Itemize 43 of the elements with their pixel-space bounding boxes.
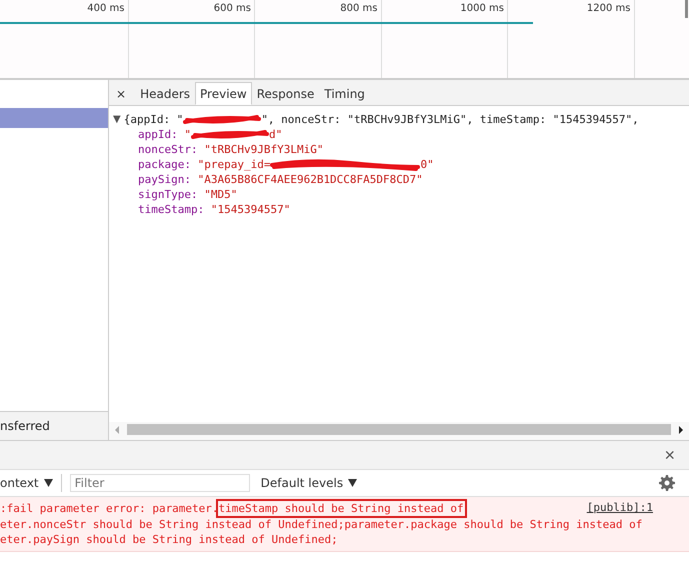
json-key: appId: (138, 128, 184, 141)
error-text: :fail parameter error: parameter. (0, 502, 219, 516)
json-text: ", nonceStr: "tRBCHv9JBfY3LMiG", timeStamp: "1545394557", (261, 113, 639, 126)
tab[interactable]: Response (252, 82, 320, 105)
time-tick-label: 600 ms (214, 3, 251, 14)
json-value: d" (268, 128, 282, 141)
json-value: "1545394557" (210, 203, 290, 216)
context-selector[interactable]: ontext (0, 476, 39, 490)
tab[interactable]: Headers (135, 82, 196, 105)
scrollbar-thumb[interactable] (685, 0, 688, 18)
time-tick-label: 1000 ms (460, 3, 504, 14)
json-value: "prepay_id= (198, 158, 270, 171)
filter-field[interactable]: Filter (70, 474, 250, 492)
json-value: " (184, 128, 191, 141)
error-text: eter.paySign should be String instead of Undefined; (0, 533, 338, 546)
highlighted-error-text: timeStamp should be String instead of (218, 502, 464, 516)
scrollbar-thumb[interactable] (127, 424, 671, 435)
close-button[interactable]: × (111, 82, 132, 105)
json-value: "A3A65B86CF4AEE962B1DCC8FA5DF8CD7" (198, 173, 423, 186)
json-text: {appId: " (124, 113, 184, 126)
levels-dropdown[interactable]: Default levels (260, 476, 344, 490)
json-value: 0" (420, 158, 434, 171)
time-tick-label: 1200 ms (586, 3, 630, 14)
tab[interactable]: Timing (319, 82, 370, 105)
source-link[interactable]: [publib]:1 (586, 501, 653, 514)
json-key: package: (138, 158, 198, 171)
close-button[interactable]: × (664, 444, 675, 466)
settings-icon[interactable] (659, 475, 675, 491)
json-value: "tRBCHv9JBfY3LMiG" (204, 143, 324, 156)
json-key: paySign: (138, 173, 198, 186)
json-value: "MD5" (204, 188, 238, 201)
error-text: eter.nonceStr should be String instead of Undefined;parameter.package should be String instead of (0, 518, 642, 531)
time-tick-label: 400 ms (87, 3, 124, 14)
json-key: signType: (138, 188, 204, 201)
json-key: timeStamp: (138, 203, 211, 216)
dropdown-icon[interactable] (44, 479, 53, 487)
expand-toggle[interactable]: ▼ (113, 114, 124, 125)
json-key: nonceStr: (138, 143, 204, 156)
time-tick-label: 800 ms (340, 3, 378, 14)
scroll-right-icon[interactable] (677, 424, 685, 434)
dropdown-icon[interactable] (348, 479, 358, 487)
transfer-summary: nsferred (0, 419, 50, 433)
tab[interactable]: Preview (195, 82, 252, 105)
